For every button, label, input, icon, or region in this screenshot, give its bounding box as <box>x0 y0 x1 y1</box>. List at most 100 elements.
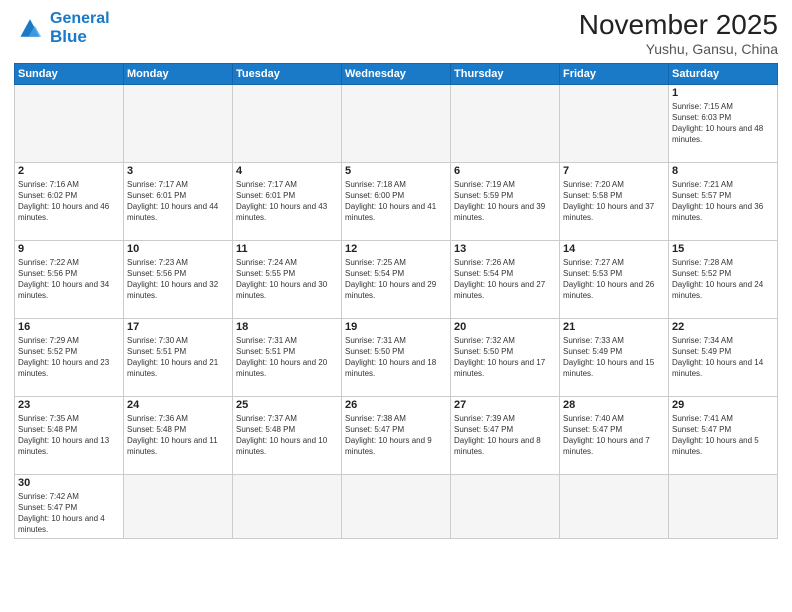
calendar-cell: 28 Sunrise: 7:40 AM Sunset: 5:47 PM Dayli… <box>560 396 669 474</box>
day-info: Sunrise: 7:35 AM Sunset: 5:48 PM Dayligh… <box>18 413 120 458</box>
col-friday: Friday <box>560 63 669 84</box>
day-number: 7 <box>563 165 665 177</box>
day-info: Sunrise: 7:20 AM Sunset: 5:58 PM Dayligh… <box>563 179 665 224</box>
day-number: 24 <box>127 399 229 411</box>
day-info: Sunrise: 7:31 AM Sunset: 5:51 PM Dayligh… <box>236 335 338 380</box>
calendar-cell: 22Sunrise: 7:34 AM Sunset: 5:49 PM Dayli… <box>669 318 778 396</box>
calendar-cell: 5Sunrise: 7:18 AM Sunset: 6:00 PM Daylig… <box>342 162 451 240</box>
day-info: Sunrise: 7:25 AM Sunset: 5:54 PM Dayligh… <box>345 257 447 302</box>
calendar-cell: 20 Sunrise: 7:32 AM Sunset: 5:50 PM Dayli… <box>451 318 560 396</box>
col-sunday: Sunday <box>15 63 124 84</box>
day-info: Sunrise: 7:19 AM Sunset: 5:59 PM Dayligh… <box>454 179 556 224</box>
day-number: 1 <box>672 87 774 99</box>
day-info: Sunrise: 7:29 AM Sunset: 5:52 PM Dayligh… <box>18 335 120 380</box>
calendar-cell: 13 Sunrise: 7:26 AM Sunset: 5:54 PM Dayli… <box>451 240 560 318</box>
day-info: Sunrise: 7:21 AM Sunset: 5:57 PM Dayligh… <box>672 179 774 224</box>
calendar: Sunday Monday Tuesday Wednesday Thursday… <box>14 63 778 539</box>
calendar-cell: 3 Sunrise: 7:17 AM Sunset: 6:01 PM Daylig… <box>124 162 233 240</box>
day-number: 14 <box>563 243 665 255</box>
calendar-cell: 14 Sunrise: 7:27 AM Sunset: 5:53 PM Dayli… <box>560 240 669 318</box>
day-info: Sunrise: 7:17 AM Sunset: 6:01 PM Dayligh… <box>236 179 338 224</box>
day-number: 18 <box>236 321 338 333</box>
calendar-cell <box>233 474 342 538</box>
day-info: Sunrise: 7:17 AM Sunset: 6:01 PM Dayligh… <box>127 179 229 224</box>
day-info: Sunrise: 7:37 AM Sunset: 5:48 PM Dayligh… <box>236 413 338 458</box>
day-info: Sunrise: 7:26 AM Sunset: 5:54 PM Dayligh… <box>454 257 556 302</box>
calendar-cell <box>451 474 560 538</box>
day-info: Sunrise: 7:40 AM Sunset: 5:47 PM Dayligh… <box>563 413 665 458</box>
calendar-cell: 19 Sunrise: 7:31 AM Sunset: 5:50 PM Dayli… <box>342 318 451 396</box>
col-wednesday: Wednesday <box>342 63 451 84</box>
day-info: Sunrise: 7:23 AM Sunset: 5:56 PM Dayligh… <box>127 257 229 302</box>
day-number: 17 <box>127 321 229 333</box>
col-monday: Monday <box>124 63 233 84</box>
day-number: 2 <box>18 165 120 177</box>
day-number: 15 <box>672 243 774 255</box>
day-number: 11 <box>236 243 338 255</box>
day-info: Sunrise: 7:16 AM Sunset: 6:02 PM Dayligh… <box>18 179 120 224</box>
calendar-cell: 1 Sunrise: 7:15 AM Sunset: 6:03 PM Daylig… <box>669 84 778 162</box>
calendar-cell: 15Sunrise: 7:28 AM Sunset: 5:52 PM Dayli… <box>669 240 778 318</box>
day-info: Sunrise: 7:22 AM Sunset: 5:56 PM Dayligh… <box>18 257 120 302</box>
calendar-cell <box>124 84 233 162</box>
day-info: Sunrise: 7:27 AM Sunset: 5:53 PM Dayligh… <box>563 257 665 302</box>
calendar-cell: 9 Sunrise: 7:22 AM Sunset: 5:56 PM Daylig… <box>15 240 124 318</box>
calendar-cell: 11 Sunrise: 7:24 AM Sunset: 5:55 PM Dayli… <box>233 240 342 318</box>
calendar-cell <box>342 84 451 162</box>
calendar-cell: 18 Sunrise: 7:31 AM Sunset: 5:51 PM Dayli… <box>233 318 342 396</box>
day-number: 19 <box>345 321 447 333</box>
calendar-cell <box>233 84 342 162</box>
day-number: 10 <box>127 243 229 255</box>
calendar-cell: 24 Sunrise: 7:36 AM Sunset: 5:48 PM Dayli… <box>124 396 233 474</box>
calendar-cell: 10 Sunrise: 7:23 AM Sunset: 5:56 PM Dayli… <box>124 240 233 318</box>
col-saturday: Saturday <box>669 63 778 84</box>
day-info: Sunrise: 7:32 AM Sunset: 5:50 PM Dayligh… <box>454 335 556 380</box>
day-number: 3 <box>127 165 229 177</box>
day-number: 16 <box>18 321 120 333</box>
day-number: 8 <box>672 165 774 177</box>
day-number: 22 <box>672 321 774 333</box>
day-info: Sunrise: 7:18 AM Sunset: 6:00 PM Dayligh… <box>345 179 447 224</box>
day-number: 4 <box>236 165 338 177</box>
calendar-cell: 2 Sunrise: 7:16 AM Sunset: 6:02 PM Daylig… <box>15 162 124 240</box>
day-number: 25 <box>236 399 338 411</box>
calendar-cell <box>669 474 778 538</box>
day-info: Sunrise: 7:24 AM Sunset: 5:55 PM Dayligh… <box>236 257 338 302</box>
col-tuesday: Tuesday <box>233 63 342 84</box>
day-info: Sunrise: 7:41 AM Sunset: 5:47 PM Dayligh… <box>672 413 774 458</box>
calendar-cell: 12Sunrise: 7:25 AM Sunset: 5:54 PM Dayli… <box>342 240 451 318</box>
day-number: 20 <box>454 321 556 333</box>
day-info: Sunrise: 7:36 AM Sunset: 5:48 PM Dayligh… <box>127 413 229 458</box>
calendar-cell: 27Sunrise: 7:39 AM Sunset: 5:47 PM Dayli… <box>451 396 560 474</box>
calendar-cell: 16 Sunrise: 7:29 AM Sunset: 5:52 PM Dayli… <box>15 318 124 396</box>
logo-icon <box>14 14 46 42</box>
day-number: 30 <box>18 477 120 489</box>
day-info: Sunrise: 7:15 AM Sunset: 6:03 PM Dayligh… <box>672 101 774 146</box>
day-number: 28 <box>563 399 665 411</box>
calendar-cell <box>342 474 451 538</box>
calendar-cell: 4 Sunrise: 7:17 AM Sunset: 6:01 PM Daylig… <box>233 162 342 240</box>
logo: General Blue <box>14 10 110 46</box>
day-info: Sunrise: 7:38 AM Sunset: 5:47 PM Dayligh… <box>345 413 447 458</box>
day-number: 23 <box>18 399 120 411</box>
calendar-cell <box>451 84 560 162</box>
page: General Blue November 2025 Yushu, Gansu,… <box>0 0 792 612</box>
logo-general: General <box>50 10 110 27</box>
calendar-cell: 21Sunrise: 7:33 AM Sunset: 5:49 PM Dayli… <box>560 318 669 396</box>
calendar-cell: 26Sunrise: 7:38 AM Sunset: 5:47 PM Dayli… <box>342 396 451 474</box>
calendar-cell <box>560 84 669 162</box>
calendar-cell: 30Sunrise: 7:42 AM Sunset: 5:47 PM Dayli… <box>15 474 124 538</box>
calendar-cell <box>560 474 669 538</box>
calendar-header-row: Sunday Monday Tuesday Wednesday Thursday… <box>15 63 778 84</box>
day-number: 27 <box>454 399 556 411</box>
day-number: 6 <box>454 165 556 177</box>
day-info: Sunrise: 7:31 AM Sunset: 5:50 PM Dayligh… <box>345 335 447 380</box>
day-number: 21 <box>563 321 665 333</box>
header: General Blue November 2025 Yushu, Gansu,… <box>14 10 778 57</box>
day-number: 29 <box>672 399 774 411</box>
calendar-cell: 8 Sunrise: 7:21 AM Sunset: 5:57 PM Daylig… <box>669 162 778 240</box>
day-number: 13 <box>454 243 556 255</box>
calendar-cell: 29 Sunrise: 7:41 AM Sunset: 5:47 PM Dayli… <box>669 396 778 474</box>
calendar-cell: 23 Sunrise: 7:35 AM Sunset: 5:48 PM Dayli… <box>15 396 124 474</box>
day-number: 9 <box>18 243 120 255</box>
